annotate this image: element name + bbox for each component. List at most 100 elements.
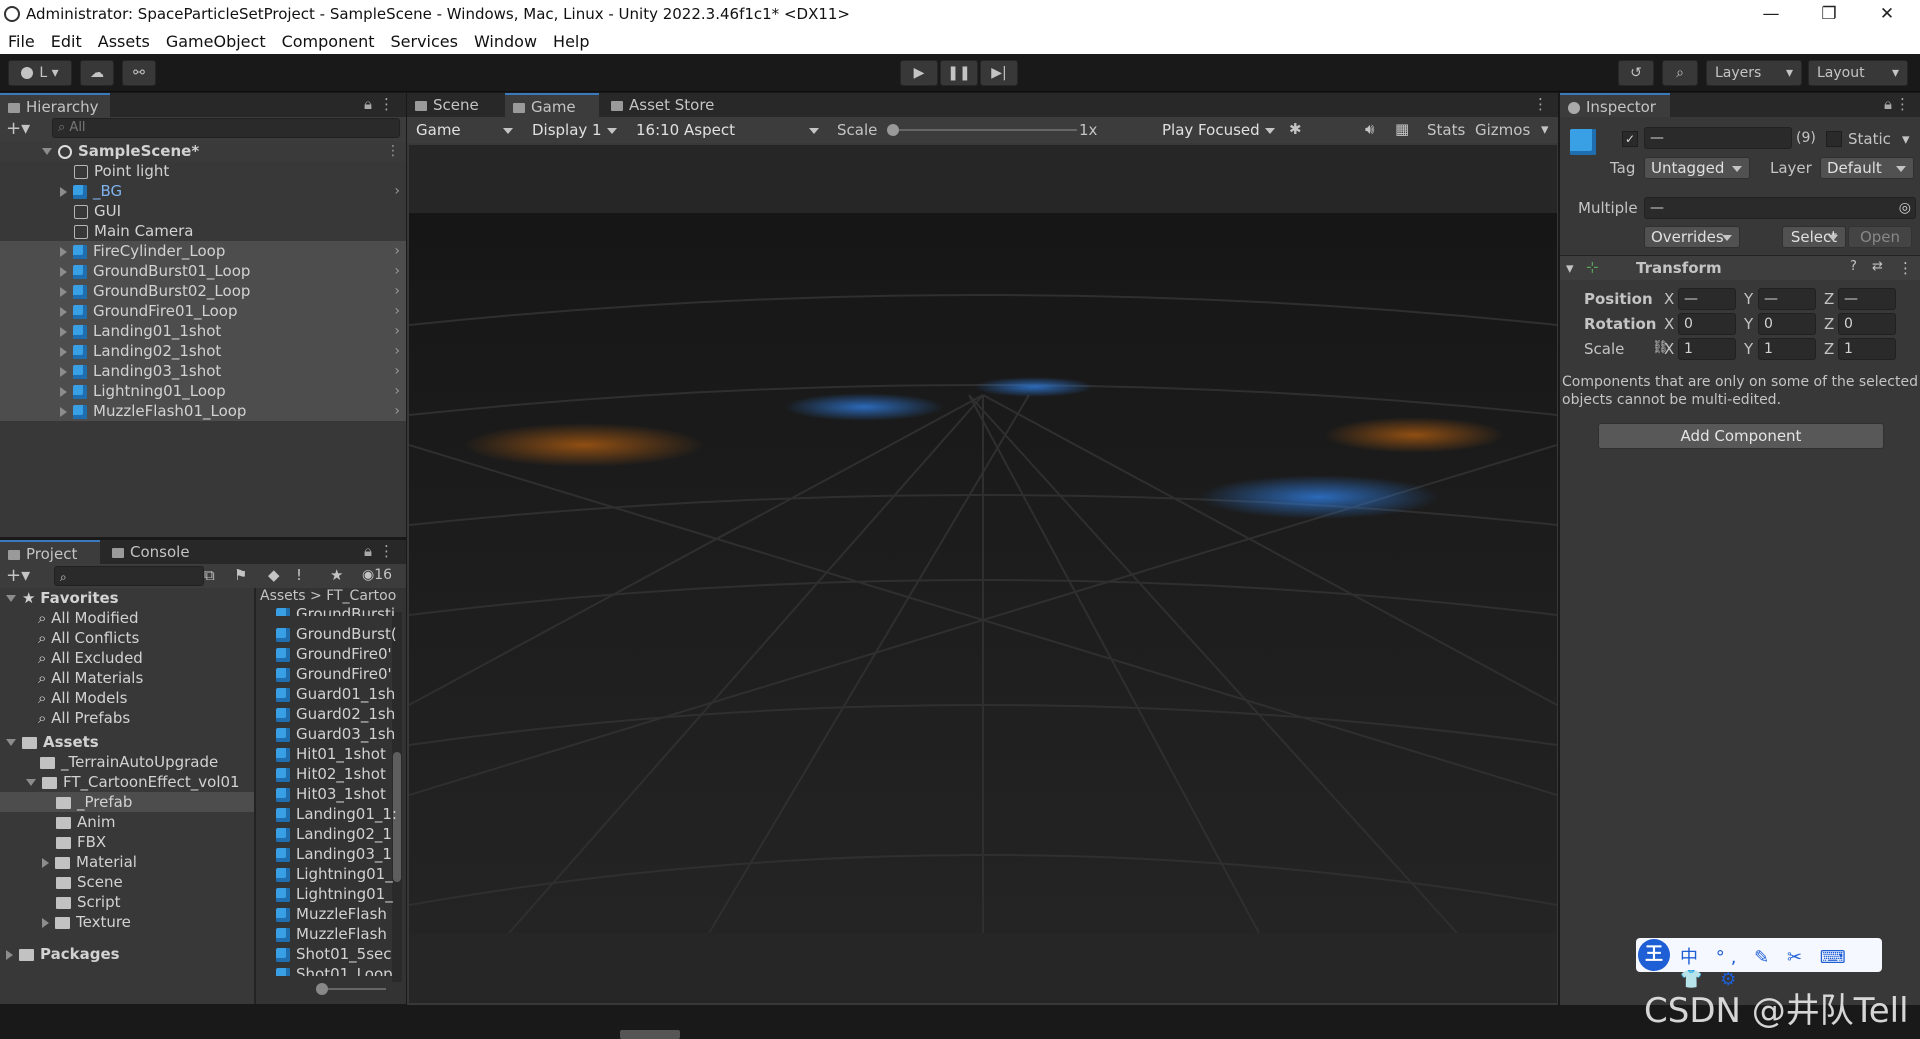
gizmos-button[interactable]: Gizmos [1475,121,1530,139]
expand-arrow-icon[interactable] [42,917,49,928]
assets-row[interactable]: Assets [0,732,254,752]
kebab-menu-icon[interactable]: ⋮ [379,95,394,113]
favorite-item[interactable]: ⌕ All Materials [0,668,254,688]
packages-row[interactable]: Packages [0,944,254,964]
rot-y-field[interactable]: 0 [1758,313,1816,335]
folder-item[interactable]: Texture [0,912,254,932]
hidden-count[interactable]: ◉16 [362,567,392,583]
tag-dropdown[interactable]: Untagged [1644,157,1750,179]
asset-item[interactable]: Hit03_1shot [276,784,396,804]
menu-edit[interactable]: Edit [43,30,90,51]
favorite-item[interactable]: ⌕ All Modified [0,608,254,628]
folder-item[interactable]: Anim [0,812,254,832]
expand-arrow-icon[interactable] [6,595,16,602]
favorite-item[interactable]: ⌕ All Excluded [0,648,254,668]
tab-game[interactable]: Game [505,93,599,117]
asset-item[interactable]: GroundBurst( [276,624,396,644]
favorites-row[interactable]: ★ Favorites [0,588,254,608]
asset-item[interactable]: Lightning01_ [276,864,396,884]
view-mode-dropdown[interactable]: Game [409,119,521,141]
hierarchy-item[interactable]: _BG › [0,181,406,201]
progress-handle[interactable] [620,1030,680,1039]
scale-slider[interactable] [887,124,1077,136]
folder-item[interactable]: _Prefab [0,792,254,812]
menu-assets[interactable]: Assets [90,30,158,51]
hierarchy-item[interactable]: Landing02_1shot › [0,341,406,361]
lock-icon[interactable]: 🔒︎ [1884,95,1892,113]
tab-console[interactable]: Console [104,540,204,564]
help-icon[interactable]: ? [1850,259,1857,274]
active-checkbox[interactable]: ✓ [1622,131,1638,147]
asset-item[interactable]: Lightning01_ [276,884,396,904]
chevron-right-icon[interactable]: › [394,381,400,401]
asset-item[interactable]: Guard02_1sh [276,704,396,724]
open-button[interactable]: Open [1848,226,1912,248]
expand-arrow-icon[interactable] [60,326,67,337]
label-icon[interactable]: ◆ [268,566,280,584]
chevron-right-icon[interactable]: › [394,401,400,421]
menu-gameobject[interactable]: GameObject [158,30,274,51]
expand-arrow-icon[interactable] [60,406,67,417]
history-button[interactable]: ↺ [1618,60,1654,86]
add-icon[interactable]: +▾ [6,118,30,139]
asset-item[interactable]: Shot01_5sec [276,944,396,964]
folder-item[interactable]: FT_CartoonEffect_vol01 [0,772,254,792]
menu-window[interactable]: Window [466,30,545,51]
tab-asset-store[interactable]: Asset Store [603,93,721,117]
kebab-menu-icon[interactable]: ⋮ [1898,259,1913,277]
expand-arrow-icon[interactable] [60,286,67,297]
chevron-right-icon[interactable]: › [394,281,400,301]
folder-item[interactable]: Script [0,892,254,912]
chevron-right-icon[interactable]: › [394,301,400,321]
folder-item[interactable]: Material [0,852,254,872]
hierarchy-item[interactable]: FireCylinder_Loop › [0,241,406,261]
transform-header[interactable]: ▾ ⊹ Transform ? ⇄ ⋮ [1560,256,1920,280]
scale-slider-handle[interactable] [887,124,899,136]
folder-item[interactable]: _TerrainAutoUpgrade [0,752,254,772]
play-button[interactable]: ▶ [900,60,938,86]
hierarchy-item[interactable]: GUI [0,201,406,221]
favorite-item[interactable]: ⌕ All Prefabs [0,708,254,728]
search-by-type-icon[interactable]: ⧉ [204,566,215,584]
scl-z-field[interactable]: 1 [1838,338,1896,360]
pos-y-field[interactable]: — [1758,288,1816,310]
kebab-menu-icon[interactable]: ⋮ [1533,95,1548,113]
hierarchy-item[interactable]: GroundBurst02_Loop › [0,281,406,301]
tab-hierarchy[interactable]: Hierarchy [0,93,110,117]
chevron-right-icon[interactable]: › [394,321,400,341]
rot-x-field[interactable]: 0 [1678,313,1736,335]
overrides-dropdown[interactable]: Overrides [1644,226,1740,248]
preset-icon[interactable]: ⇄ [1872,259,1883,274]
search-button[interactable]: ⌕ [1662,60,1698,86]
expand-arrow-icon[interactable] [60,266,67,277]
multiple-prefab-field[interactable]: — ◎ [1644,197,1916,219]
hierarchy-item[interactable]: Landing03_1shot › [0,361,406,381]
asset-item[interactable]: Landing02_1 [276,824,396,844]
expand-arrow-icon[interactable] [60,346,67,357]
target-icon[interactable]: ◎ [1899,198,1911,218]
hierarchy-item[interactable]: GroundFire01_Loop › [0,301,406,321]
folder-item[interactable]: FBX [0,832,254,852]
folder-item[interactable]: Scene [0,872,254,892]
select-button[interactable]: Select [1782,226,1846,248]
add-component-button[interactable]: Add Component [1598,423,1884,449]
tab-project[interactable]: Project [0,540,100,564]
expand-arrow-icon[interactable] [6,949,13,960]
menu-services[interactable]: Services [382,30,465,51]
stats-button[interactable]: Stats [1427,121,1465,139]
hierarchy-item[interactable]: Main Camera [0,221,406,241]
name-field[interactable]: — [1644,127,1792,149]
hierarchy-item[interactable]: Landing01_1shot › [0,321,406,341]
display-dropdown[interactable]: Display 1 [525,119,625,141]
project-search-input[interactable]: ⌕ [54,566,204,586]
asset-item[interactable]: Hit01_1shot [276,744,396,764]
static-checkbox[interactable] [1826,131,1842,147]
hierarchy-search-input[interactable]: ⌕ All [52,118,400,138]
asset-item[interactable]: MuzzleFlash [276,924,396,944]
close-button[interactable]: ✕ [1858,0,1916,30]
tab-scene[interactable]: Scene [407,93,503,117]
pos-x-field[interactable]: — [1678,288,1736,310]
asset-item[interactable]: Landing01_1: [276,804,396,824]
hierarchy-item[interactable]: MuzzleFlash01_Loop › [0,401,406,421]
kebab-menu-icon[interactable]: ⋮ [1895,95,1910,113]
